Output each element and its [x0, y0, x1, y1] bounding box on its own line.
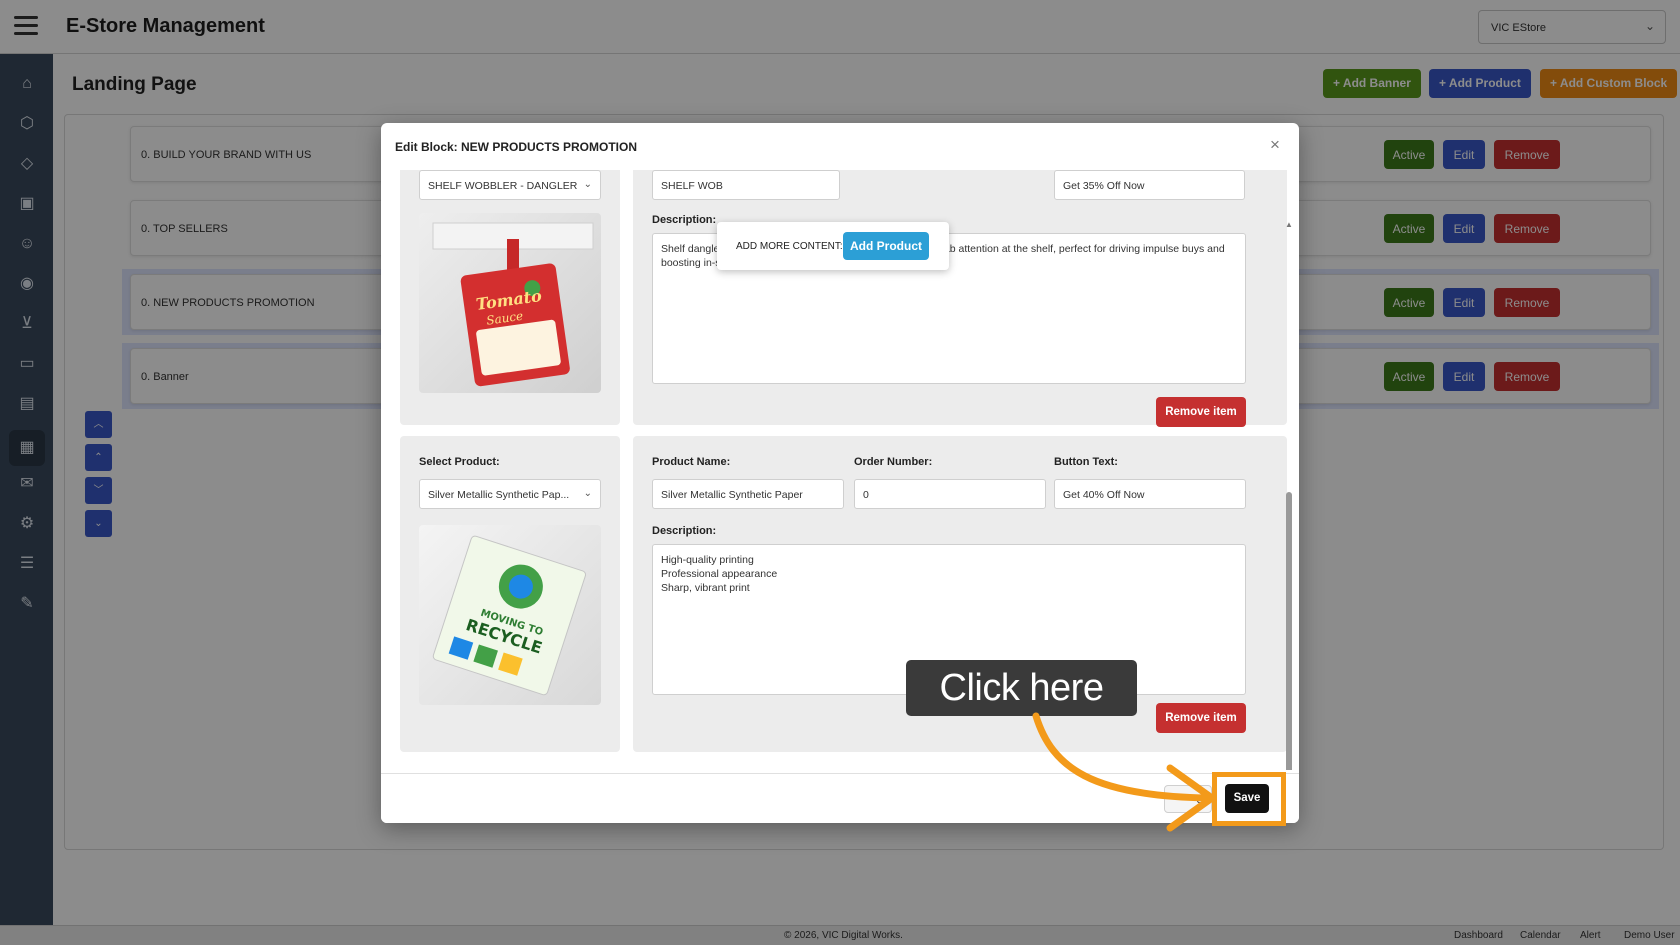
product-image: MOVING TO RECYCLE	[419, 525, 601, 705]
button-text-label: Button Text:	[1054, 456, 1118, 468]
order-number-label: Order Number:	[854, 456, 933, 468]
chevron-down-icon: ⌄	[583, 488, 592, 499]
close-icon[interactable]: ×	[1270, 135, 1280, 155]
select-product-label: Select Product:	[419, 456, 500, 468]
scroll-thumb[interactable]	[1286, 492, 1292, 770]
add-more-content-label: ADD MORE CONTENT:	[736, 241, 843, 252]
description-label: Description:	[652, 214, 717, 226]
add-more-content-popup: ADD MORE CONTENT: Add Product	[717, 222, 949, 270]
product-select[interactable]: Silver Metallic Synthetic Pap... ⌄	[419, 479, 601, 509]
tutorial-tooltip: Click here	[906, 660, 1137, 716]
order-number-input[interactable]: 0	[854, 479, 1046, 509]
chevron-down-icon: ⌄	[583, 179, 592, 190]
button-text-input[interactable]: Get 35% Off Now	[1054, 170, 1245, 200]
item-details-panel: SHELF WOB Get 35% Off Now Description: S…	[633, 170, 1287, 427]
product-select-value: Silver Metallic Synthetic Pap...	[428, 489, 570, 501]
description-label: Description:	[652, 525, 717, 537]
item-image-panel: Select Product: Silver Metallic Syntheti…	[400, 436, 620, 752]
modal-title: Edit Block: NEW PRODUCTS PROMOTION	[395, 140, 638, 154]
item-image-panel: SHELF WOBBLER - DANGLER ⌄ Tomato Sauce	[400, 170, 620, 425]
product-image: Tomato Sauce	[419, 213, 601, 393]
button-text-input[interactable]: Get 40% Off Now	[1054, 479, 1246, 509]
product-name-input[interactable]: SHELF WOB	[652, 170, 840, 200]
add-product-popup-button[interactable]: Add Product	[843, 232, 929, 260]
tutorial-arrow-icon	[1032, 712, 1216, 832]
save-button-highlight	[1212, 772, 1286, 826]
remove-item-button[interactable]: Remove item	[1156, 397, 1246, 427]
product-select-value: SHELF WOBBLER - DANGLER	[428, 180, 578, 192]
product-name-input[interactable]: Silver Metallic Synthetic Paper	[652, 479, 844, 509]
modal-body: SHELF WOBBLER - DANGLER ⌄ Tomato Sauce S…	[381, 170, 1299, 770]
product-name-label: Product Name:	[652, 456, 731, 468]
modal-scrollbar[interactable]: ▲	[1285, 220, 1293, 770]
product-select[interactable]: SHELF WOBBLER - DANGLER ⌄	[419, 170, 601, 200]
scroll-up-icon[interactable]: ▲	[1285, 220, 1293, 229]
